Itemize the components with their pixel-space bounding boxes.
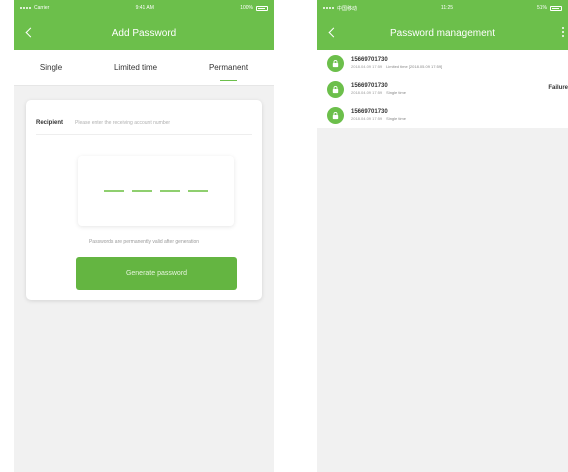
- signal-icon: [20, 7, 31, 9]
- signal-icon: [323, 7, 334, 9]
- status-bar: Carrier 9:41 AM 100%: [14, 0, 274, 16]
- list-item-text: 15669701730 2018.04.09 17:59 Single time: [351, 109, 406, 121]
- signal-indicator: 中国移动: [323, 5, 357, 12]
- battery-label: 51%: [536, 5, 547, 11]
- list-item-text: 15669701730 2018.04.09 17:59 Limited time…: [351, 57, 442, 69]
- password-slot: [188, 190, 208, 192]
- more-options-icon[interactable]: [562, 27, 564, 37]
- status-bar: 中国移动 11:25 51%: [317, 0, 568, 16]
- item-meta: 2018.04.09 17:59 Limited time [2018.05.09…: [351, 64, 442, 69]
- tab-single[interactable]: Single: [38, 57, 64, 78]
- list-item[interactable]: 15669701730 2018.04.09 17:59 Single time …: [317, 76, 568, 102]
- account-number: 15669701730: [351, 109, 388, 115]
- password-display: [78, 156, 234, 226]
- battery-icon: [550, 5, 562, 11]
- password-management-screen: 中国移动 11:25 51% Password management 15669…: [317, 0, 568, 472]
- list-item[interactable]: 15669701730 2018.04.09 17:59 Limited time…: [317, 50, 568, 76]
- list-item[interactable]: 15669701730 2018.04.09 17:59 Single time: [317, 102, 568, 128]
- password-slot: [132, 190, 152, 192]
- battery-indicator: 100%: [240, 5, 268, 11]
- nav-bar: Password management: [317, 16, 568, 50]
- lock-icon: [327, 106, 344, 124]
- created-time: 2018.04.09 17:59: [351, 90, 383, 95]
- recipient-label: Recipient: [36, 120, 64, 126]
- carrier-label: 中国移动: [337, 5, 358, 12]
- carrier-label: Carrier: [34, 5, 50, 11]
- page-title: Add Password: [111, 27, 177, 39]
- account-number: 15669701730: [351, 57, 388, 63]
- password-type: Single time: [386, 116, 406, 121]
- battery-icon: [256, 5, 268, 11]
- battery-indicator: 51%: [537, 5, 562, 11]
- account-number: 15669701730: [351, 83, 388, 89]
- battery-label: 100%: [240, 5, 253, 11]
- recipient-row: Recipient: [36, 120, 252, 126]
- password-slot: [160, 190, 180, 192]
- status-badge: Failure: [548, 85, 568, 91]
- nav-bar: Add Password: [14, 16, 274, 50]
- clock: 9:41 AM: [135, 5, 154, 11]
- divider: [36, 134, 252, 135]
- generate-password-button[interactable]: Generate password: [76, 257, 237, 290]
- tab-permanent[interactable]: Permanent: [207, 57, 250, 81]
- back-chevron-icon[interactable]: [24, 27, 36, 39]
- validity-hint: Passwords are permanently valid after ge…: [88, 239, 200, 245]
- password-slot: [104, 190, 124, 192]
- item-meta: 2018.04.09 17:59 Single time: [351, 90, 406, 95]
- password-type: Single time: [386, 90, 406, 95]
- page-title: Password management: [389, 27, 496, 39]
- clock: 11:25: [440, 5, 454, 11]
- password-type-tabs: Single Limited time Permanent: [14, 50, 274, 86]
- tab-limited-time[interactable]: Limited time: [112, 57, 159, 78]
- password-card: Recipient Passwords are permanently vali…: [26, 100, 262, 300]
- lock-icon: [327, 54, 344, 72]
- created-time: 2018.04.09 17:59: [351, 64, 383, 69]
- signal-indicator: Carrier: [20, 5, 49, 11]
- password-type: Limited time [2018.05.09 17:59]: [386, 64, 443, 69]
- item-meta: 2018.04.09 17:59 Single time: [351, 116, 406, 121]
- recipient-input[interactable]: [75, 120, 236, 126]
- list-item-text: 15669701730 2018.04.09 17:59 Single time: [351, 83, 406, 95]
- back-chevron-icon[interactable]: [327, 27, 339, 39]
- add-password-screen: Carrier 9:41 AM 100% Add Password Single…: [14, 0, 274, 472]
- lock-icon: [327, 80, 344, 98]
- password-list: 15669701730 2018.04.09 17:59 Limited time…: [317, 50, 568, 128]
- created-time: 2018.04.09 17:59: [351, 116, 383, 121]
